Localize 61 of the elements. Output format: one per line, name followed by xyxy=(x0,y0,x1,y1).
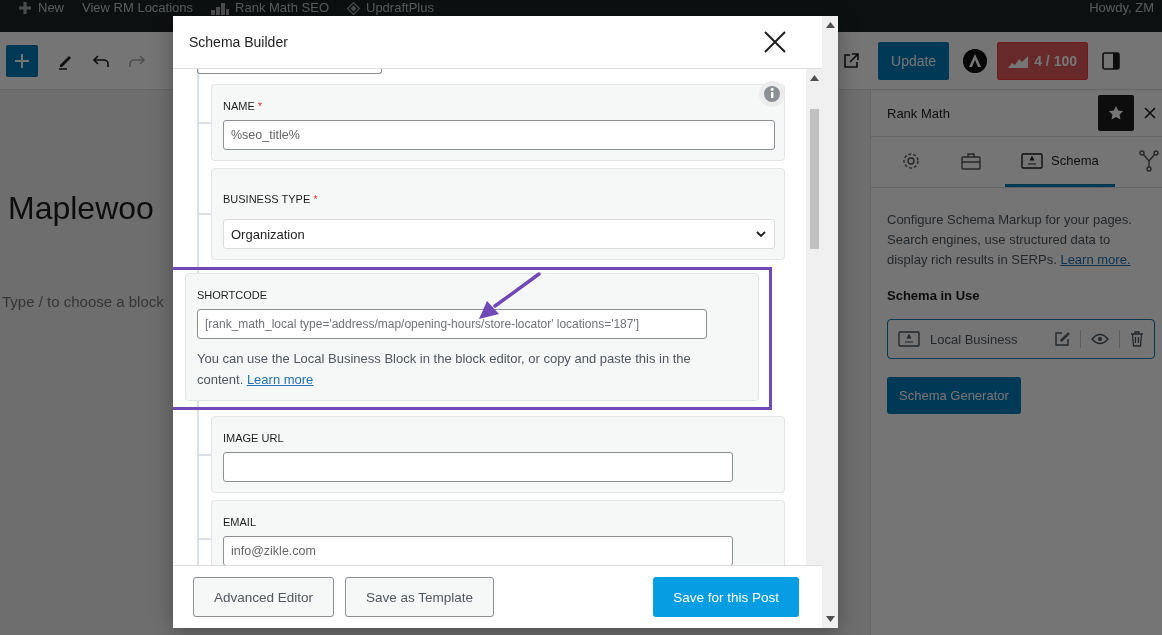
shortcode-field[interactable]: [rank_math_local type='address/map/opening-hours/store-locator' locations='187'] xyxy=(197,309,707,339)
required-mark: * xyxy=(313,193,318,205)
input-field[interactable]: %seo_title% xyxy=(223,120,775,150)
redo-icon[interactable] xyxy=(128,53,146,68)
schema-generator-button[interactable]: Schema Generator xyxy=(887,377,1021,414)
info-icon[interactable] xyxy=(759,81,785,107)
sidebar-tab[interactable]: Schema xyxy=(1005,137,1115,187)
scroll-arrow-icon[interactable] xyxy=(825,22,835,28)
input-field[interactable] xyxy=(223,452,733,482)
schema-icon xyxy=(898,331,920,347)
field-label: SHORTCODE xyxy=(197,289,268,301)
briefcase-icon xyxy=(961,151,981,170)
update-button[interactable]: Update xyxy=(878,41,950,80)
admin-menu-link[interactable]: UpdraftPlus xyxy=(366,1,434,15)
star-button[interactable] xyxy=(1098,95,1134,131)
schema-icon xyxy=(1021,152,1043,169)
field-label: EMAIL xyxy=(223,516,256,528)
field-label: BUSINESS TYPE xyxy=(223,193,311,205)
field-label: NAME xyxy=(223,100,255,112)
admin-menu-link[interactable]: Rank Math SEO xyxy=(235,1,329,15)
learn-more-link[interactable]: Learn more xyxy=(246,372,314,387)
trash-icon[interactable] xyxy=(1130,331,1144,347)
close-icon[interactable] xyxy=(764,31,786,53)
scrollbar[interactable] xyxy=(822,16,838,628)
star-icon xyxy=(1108,105,1124,121)
sidebar-toggle-icon[interactable] xyxy=(1102,51,1120,70)
gear-icon xyxy=(901,150,921,171)
edit-icon[interactable] xyxy=(1054,331,1070,347)
diamond-icon xyxy=(347,1,360,15)
sidebar-title: Rank Math xyxy=(887,105,951,121)
plus-icon xyxy=(18,1,32,15)
bar-chart-icon xyxy=(211,1,230,15)
secondary-button[interactable]: Save as Template xyxy=(345,577,495,617)
input-field[interactable]: info@zikle.com xyxy=(223,536,733,565)
seo-score-button[interactable]: 4 / 100 xyxy=(997,41,1088,80)
admin-menu-link[interactable]: New xyxy=(38,1,64,15)
schema-name: Local Business xyxy=(930,331,1019,347)
scrollbar-thumb[interactable] xyxy=(809,109,819,249)
scroll-arrow-icon[interactable] xyxy=(809,75,819,81)
learn-more-link[interactable]: Learn more. xyxy=(1060,252,1131,267)
external-link-icon[interactable] xyxy=(842,51,860,70)
logo-icon[interactable] xyxy=(963,48,988,73)
modal-title: Schema Builder xyxy=(189,34,288,50)
plus-icon xyxy=(14,52,30,69)
eye-icon[interactable] xyxy=(1091,333,1109,345)
account-link[interactable]: Howdy, ZM xyxy=(1089,1,1154,15)
field-label: IMAGE URL xyxy=(223,432,284,444)
graph-icon xyxy=(1138,149,1159,172)
section-heading: Schema in Use xyxy=(887,288,981,303)
required-mark: * xyxy=(257,100,263,112)
add-block-button[interactable] xyxy=(6,44,38,77)
save-button[interactable]: Save for this Post xyxy=(653,577,799,617)
dropdown-field[interactable]: Organization xyxy=(223,219,775,249)
undo-icon[interactable] xyxy=(92,53,110,68)
chevron-down-icon xyxy=(755,230,767,238)
secondary-button[interactable]: Advanced Editor xyxy=(193,577,335,617)
description-text: Configure Schema Markup for your pages. Search engines, use structured data to display rich results in SERPs. Learn more. xyxy=(887,211,1133,269)
scroll-arrow-icon[interactable] xyxy=(825,616,835,622)
admin-menu-link[interactable]: View RM Locations xyxy=(82,1,194,15)
help-text: You can use the Local Business Block in the block editor, or copy and paste this in the content. Learn more xyxy=(197,350,692,389)
scrollbar[interactable] xyxy=(806,69,822,565)
